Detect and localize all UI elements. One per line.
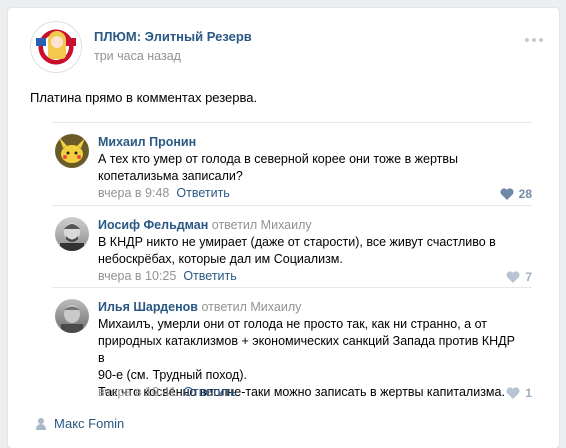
post-time[interactable]: три часа назад: [94, 49, 181, 63]
comment-author[interactable]: Илья Шарденов ответил Михаилу: [98, 300, 301, 314]
portrait-avatar[interactable]: [55, 217, 89, 251]
like-count: 28: [518, 187, 532, 201]
comment-item: Илья Шарденов ответил Михаилу Михаилъ, у…: [52, 287, 532, 400]
like-count: 1: [525, 386, 532, 400]
comment-time[interactable]: вчера в 10:25: [98, 269, 176, 283]
like-button[interactable]: 7: [506, 270, 532, 284]
reply-button[interactable]: Ответить: [183, 385, 236, 399]
comment-author[interactable]: Иосиф Фельдман ответил Михаилу: [98, 218, 312, 232]
post-card: ПЛЮМ: Элитный Резерв три часа назад Плат…: [8, 8, 559, 448]
like-button[interactable]: 28: [500, 187, 532, 201]
reply-button[interactable]: Ответить: [176, 186, 229, 200]
post-author[interactable]: Макс Fomin: [36, 416, 124, 431]
post-text: Платина прямо в комментах резерва.: [30, 90, 258, 105]
face-icon: [51, 36, 63, 48]
like-button[interactable]: 1: [506, 386, 532, 400]
heart-icon: [506, 387, 520, 399]
user-icon: [36, 417, 46, 430]
reply-button[interactable]: Ответить: [183, 269, 236, 283]
flag-icon: [36, 38, 46, 46]
pikachu-avatar[interactable]: [55, 134, 89, 168]
comment-item: Иосиф Фельдман ответил Михаилу В КНДР ни…: [52, 205, 532, 284]
heart-icon: [506, 271, 520, 283]
comment-text: А тех кто умер от голода в северной коре…: [98, 152, 459, 183]
post-author-name[interactable]: Макс Fomin: [54, 416, 124, 431]
comment-text: В КНДР никто не умирает (даже от старост…: [98, 235, 496, 266]
more-options-icon[interactable]: [525, 38, 543, 42]
heart-icon: [500, 188, 514, 200]
comment-time[interactable]: вчера в 9:48: [98, 186, 169, 200]
comment-item: Михаил Пронин А тех кто умер от голода в…: [52, 122, 532, 201]
comment-meta: вчера в 9:48 Ответить: [98, 186, 230, 200]
comment-meta: вчера в 10:25 Ответить: [98, 269, 237, 283]
comment-meta: вчера в 10:41 Ответить: [98, 385, 237, 399]
flag-icon: [66, 38, 76, 46]
portrait-avatar[interactable]: [55, 299, 89, 333]
comment-time[interactable]: вчера в 10:41: [98, 385, 176, 399]
group-name-link[interactable]: ПЛЮМ: Элитный Резерв: [94, 29, 252, 44]
like-count: 7: [525, 270, 532, 284]
comment-author[interactable]: Михаил Пронин: [98, 135, 196, 149]
group-avatar[interactable]: [30, 21, 82, 73]
